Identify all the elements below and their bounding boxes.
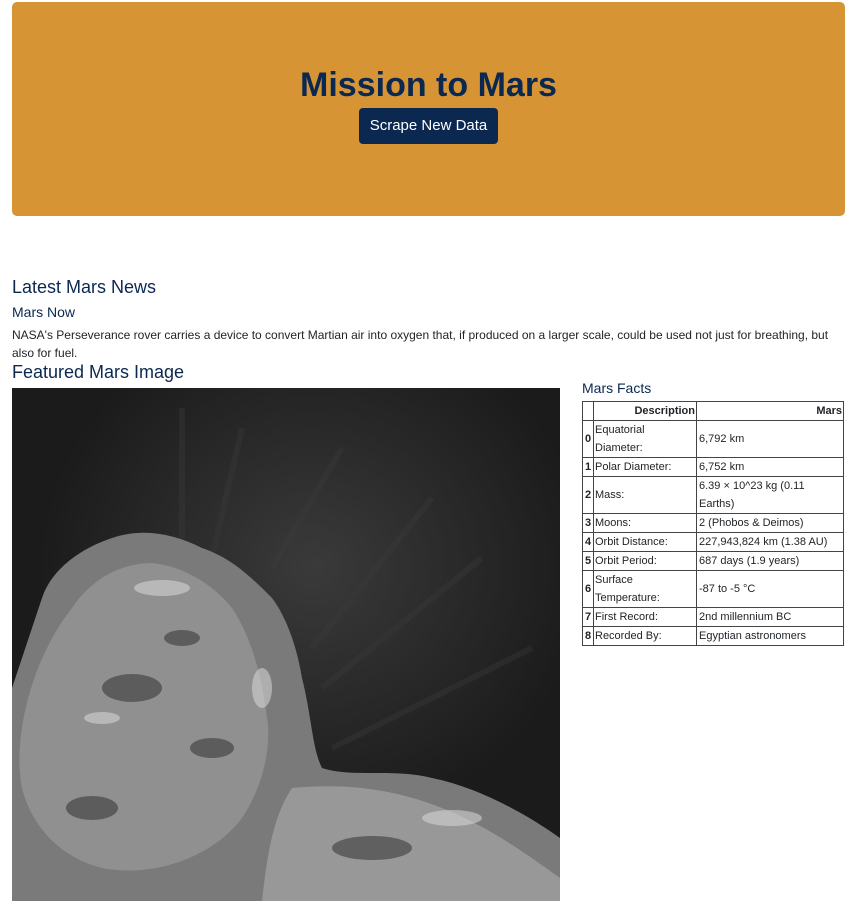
table-header-row: Description Mars xyxy=(582,401,844,421)
row-description: Moons: xyxy=(593,513,697,533)
table-row: 7 First Record: 2nd millennium BC xyxy=(582,607,844,627)
featured-image-heading: Featured Mars Image xyxy=(12,362,185,382)
row-description: Polar Diameter: xyxy=(593,457,697,477)
row-value: 6.39 × 10^23 kg (0.11 Earths) xyxy=(696,476,844,514)
row-value: 687 days (1.9 years) xyxy=(696,551,844,571)
row-index: 0 xyxy=(582,420,594,458)
table-row: 6 Surface Temperature: -87 to -5 °C xyxy=(582,570,844,608)
row-description: Orbit Distance: xyxy=(593,532,697,552)
news-paragraph: NASA's Perseverance rover carries a devi… xyxy=(12,328,829,360)
latest-news-heading: Latest Mars News xyxy=(12,277,157,297)
row-description: Equatorial Diameter: xyxy=(593,420,697,458)
row-index: 3 xyxy=(582,513,594,533)
row-value: 227,943,824 km (1.38 AU) xyxy=(696,532,844,552)
table-row: 5 Orbit Period: 687 days (1.9 years) xyxy=(582,551,844,571)
featured-mars-image xyxy=(12,388,560,901)
row-index: 2 xyxy=(582,476,594,514)
row-description: Surface Temperature: xyxy=(593,570,697,608)
row-description: Recorded By: xyxy=(593,626,697,646)
row-index: 4 xyxy=(582,532,594,552)
mars-facts-table: Description Mars 0 Equatorial Diameter: … xyxy=(582,401,844,646)
table-row: 0 Equatorial Diameter: 6,792 km xyxy=(582,420,844,458)
comet-photo-icon xyxy=(12,388,560,901)
table-row: 8 Recorded By: Egyptian astronomers xyxy=(582,626,844,646)
row-index: 7 xyxy=(582,607,594,627)
column-header-description: Description xyxy=(593,401,697,421)
row-value: 6,792 km xyxy=(696,420,844,458)
column-header-mars: Mars xyxy=(696,401,844,421)
mars-facts-heading: Mars Facts xyxy=(582,380,652,396)
table-row: 4 Orbit Distance: 227,943,824 km (1.38 A… xyxy=(582,532,844,552)
column-header-index xyxy=(582,401,594,421)
row-description: Orbit Period: xyxy=(593,551,697,571)
row-index: 8 xyxy=(582,626,594,646)
jumbotron-header: Mission to Mars Scrape New Data xyxy=(12,2,845,216)
row-index: 5 xyxy=(582,551,594,571)
table-row: 3 Moons: 2 (Phobos & Deimos) xyxy=(582,513,844,533)
row-description: Mass: xyxy=(593,476,697,514)
scrape-new-data-button[interactable]: Scrape New Data xyxy=(359,108,498,144)
row-index: 1 xyxy=(582,457,594,477)
row-value: 2 (Phobos & Deimos) xyxy=(696,513,844,533)
table-row: 1 Polar Diameter: 6,752 km xyxy=(582,457,844,477)
page-title: Mission to Mars xyxy=(300,66,557,104)
news-title: Mars Now xyxy=(12,304,76,320)
row-description: First Record: xyxy=(593,607,697,627)
row-value: -87 to -5 °C xyxy=(696,570,844,608)
row-value: 6,752 km xyxy=(696,457,844,477)
table-row: 2 Mass: 6.39 × 10^23 kg (0.11 Earths) xyxy=(582,476,844,514)
row-index: 6 xyxy=(582,570,594,608)
row-value: 2nd millennium BC xyxy=(696,607,844,627)
row-value: Egyptian astronomers xyxy=(696,626,844,646)
